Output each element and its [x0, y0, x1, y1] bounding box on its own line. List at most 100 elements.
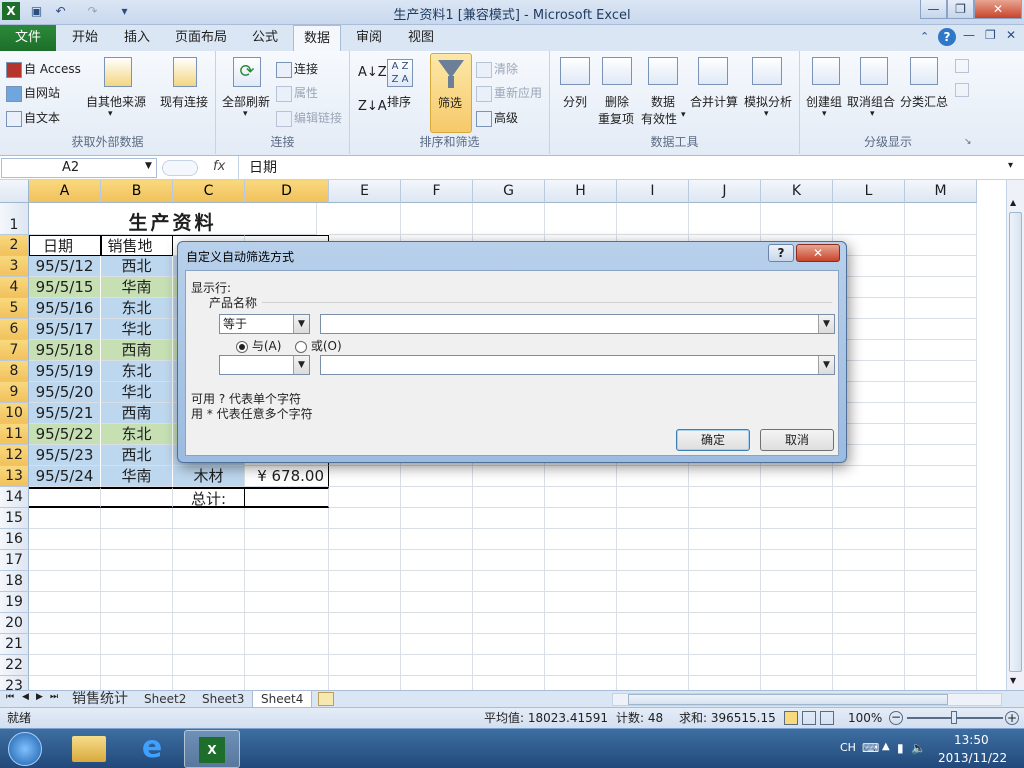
empty-cell[interactable]	[545, 203, 617, 235]
subtotal-button[interactable]: 分类汇总	[900, 93, 948, 110]
select-all-corner[interactable]	[0, 180, 29, 203]
column-header-h[interactable]: H	[545, 180, 617, 203]
empty-cell[interactable]	[329, 466, 401, 487]
empty-cell[interactable]	[473, 487, 545, 508]
date-cell[interactable]: 95/5/22	[29, 424, 101, 445]
sheet-tab-sheet4[interactable]: Sheet4	[252, 691, 313, 708]
refresh-dropdown-icon[interactable]: ▾	[243, 109, 248, 119]
empty-cell[interactable]	[173, 592, 245, 613]
sort-button[interactable]: 排序	[387, 93, 411, 110]
chevron-down-icon[interactable]: ▼	[818, 315, 834, 333]
empty-cell[interactable]	[29, 550, 101, 571]
empty-cell[interactable]	[689, 613, 761, 634]
scroll-up-icon[interactable]: ▲	[1010, 198, 1016, 207]
empty-cell[interactable]	[473, 634, 545, 655]
row-header-13[interactable]: 13	[0, 466, 29, 487]
row-header-8[interactable]: 8	[0, 361, 29, 382]
empty-cell[interactable]	[833, 571, 905, 592]
empty-cell[interactable]	[245, 655, 329, 676]
empty-cell[interactable]	[833, 203, 905, 235]
empty-cell[interactable]	[617, 613, 689, 634]
row-header-10[interactable]: 10	[0, 403, 29, 424]
empty-cell[interactable]	[617, 508, 689, 529]
refresh-all-button[interactable]: 全部刷新	[222, 93, 270, 110]
empty-cell[interactable]	[689, 655, 761, 676]
empty-cell[interactable]	[617, 655, 689, 676]
empty-cell[interactable]	[761, 529, 833, 550]
cancel-button[interactable]: 取消	[760, 429, 834, 451]
sheet-nav-last-icon[interactable]: ⏭	[50, 692, 58, 702]
region-cell[interactable]: 西南	[101, 340, 173, 361]
row-header-5[interactable]: 5	[0, 298, 29, 319]
empty-cell[interactable]	[545, 571, 617, 592]
empty-cell[interactable]	[329, 529, 401, 550]
region-cell[interactable]: 西北	[101, 445, 173, 466]
region-cell[interactable]: 华北	[101, 319, 173, 340]
empty-cell[interactable]	[617, 550, 689, 571]
empty-cell[interactable]	[617, 529, 689, 550]
date-cell[interactable]: 95/5/24	[29, 466, 101, 487]
column-header-d[interactable]: D	[245, 180, 329, 203]
region-cell[interactable]: 西北	[101, 256, 173, 277]
empty-cell[interactable]	[905, 592, 977, 613]
column-header-i[interactable]: I	[617, 180, 689, 203]
date-cell[interactable]: 95/5/15	[29, 277, 101, 298]
empty-cell[interactable]	[329, 592, 401, 613]
row-header-2[interactable]: 2	[0, 235, 29, 256]
empty-cell[interactable]	[29, 655, 101, 676]
empty-cell[interactable]	[761, 634, 833, 655]
empty-cell[interactable]	[101, 676, 173, 690]
row-header-14[interactable]: 14	[0, 487, 29, 508]
text-to-columns-button[interactable]: 分列	[563, 93, 587, 110]
region-cell[interactable]: 华南	[101, 277, 173, 298]
sheet-nav-next-icon[interactable]: ▶	[36, 692, 43, 702]
empty-cell[interactable]	[401, 203, 473, 235]
empty-cell[interactable]	[689, 508, 761, 529]
input-language[interactable]: CH	[840, 741, 856, 754]
help-icon[interactable]: ?	[938, 28, 956, 46]
empty-cell[interactable]	[473, 655, 545, 676]
empty-cell[interactable]	[833, 634, 905, 655]
empty-cell[interactable]	[689, 592, 761, 613]
empty-cell[interactable]	[761, 487, 833, 508]
column-header-e[interactable]: E	[329, 180, 401, 203]
empty-cell[interactable]	[245, 592, 329, 613]
show-detail-icon[interactable]	[955, 59, 969, 73]
column-header-l[interactable]: L	[833, 180, 905, 203]
region-cell[interactable]: 东北	[101, 424, 173, 445]
empty-cell[interactable]	[101, 655, 173, 676]
page-break-view-icon[interactable]	[820, 711, 834, 725]
date-cell[interactable]: 95/5/17	[29, 319, 101, 340]
empty-cell[interactable]	[905, 445, 977, 466]
amount-cell-678[interactable]: ¥ 678.00	[245, 466, 329, 487]
empty-cell[interactable]	[245, 529, 329, 550]
empty-cell[interactable]	[329, 613, 401, 634]
empty-cell[interactable]	[101, 508, 173, 529]
filter-button[interactable]: 筛选	[430, 53, 472, 133]
empty-cell[interactable]	[473, 508, 545, 529]
empty-cell[interactable]	[473, 203, 545, 235]
empty-cell[interactable]	[905, 203, 977, 235]
name-box[interactable]: A2	[1, 158, 157, 178]
sheet-tab-sheet3[interactable]: Sheet3	[194, 691, 252, 708]
empty-cell[interactable]	[401, 550, 473, 571]
total-row-b[interactable]	[101, 487, 173, 508]
row-header-7[interactable]: 7	[0, 340, 29, 361]
empty-cell[interactable]	[905, 571, 977, 592]
empty-cell[interactable]	[905, 634, 977, 655]
empty-cell[interactable]	[329, 550, 401, 571]
empty-cell[interactable]	[905, 382, 977, 403]
empty-cell[interactable]	[905, 256, 977, 277]
tab-file[interactable]: 文件	[0, 25, 56, 51]
empty-cell[interactable]	[617, 592, 689, 613]
ok-button[interactable]: 确定	[676, 429, 750, 451]
empty-cell[interactable]	[545, 529, 617, 550]
empty-cell[interactable]	[545, 508, 617, 529]
vertical-scrollbar[interactable]: ▲ ▼	[1006, 180, 1024, 690]
value-1-combo[interactable]: ▼	[320, 314, 835, 334]
sheet-title-cell[interactable]: 生产资料	[29, 203, 317, 235]
doc-close-icon[interactable]: ✕	[1006, 28, 1016, 42]
empty-cell[interactable]	[761, 676, 833, 690]
empty-cell[interactable]	[905, 361, 977, 382]
row-header-18[interactable]: 18	[0, 571, 29, 592]
